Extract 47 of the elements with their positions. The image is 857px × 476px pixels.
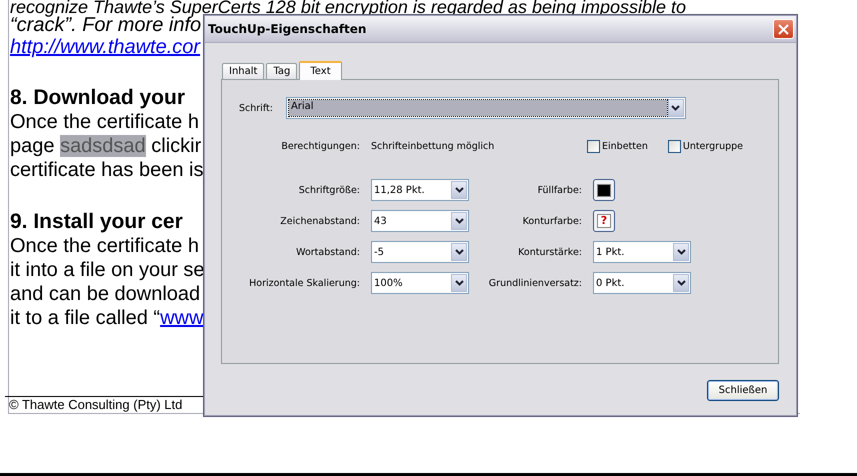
field-label: Konturstärke: xyxy=(517,246,582,258)
window-title: TouchUp-Eigenschaften xyxy=(208,22,366,36)
dropdown[interactable]: -5 xyxy=(371,241,469,263)
dropdown[interactable]: 43 xyxy=(371,210,469,232)
dropdown[interactable]: Arial xyxy=(286,97,686,119)
checkbox[interactable]: Untergruppe xyxy=(668,140,744,153)
field-label: Berechtigungen: xyxy=(280,141,360,152)
color-button[interactable]: ? xyxy=(593,210,615,232)
chevron-down-icon xyxy=(676,249,686,255)
field-label: Schrift: xyxy=(239,102,273,114)
paragraph-line: and can be download xyxy=(10,282,200,306)
chevron-down-icon xyxy=(671,105,680,111)
chevron-down-icon xyxy=(454,187,464,193)
dropdown[interactable]: 100% xyxy=(371,272,469,294)
paragraph-line: Once the certificate h xyxy=(10,234,199,258)
tab[interactable]: Inhalt xyxy=(222,63,264,79)
section-heading: 8. Download your xyxy=(10,86,186,110)
chevron-down-icon xyxy=(454,249,464,255)
close-button[interactable] xyxy=(773,19,794,39)
dropdown[interactable]: 1 Pkt. xyxy=(593,241,691,263)
paragraph-line: Once the certificate h xyxy=(10,110,199,134)
section-heading: 9. Install your cer xyxy=(10,210,183,234)
tab[interactable]: Tag xyxy=(266,63,298,79)
checkbox[interactable]: Einbetten xyxy=(587,140,648,153)
paragraph-line: page sadsdsad clickir xyxy=(10,134,202,158)
link[interactable]: http://www.thawte.cor xyxy=(10,36,200,58)
chevron-down-icon xyxy=(454,218,464,224)
field-label: Konturfarbe: xyxy=(522,216,582,226)
dropdown[interactable]: 11,28 Pkt. xyxy=(371,179,469,201)
chevron-down-icon xyxy=(454,280,464,286)
paragraph-line: it into a file on your se xyxy=(10,258,205,282)
permission-value: Schrifteinbettung möglich xyxy=(371,141,496,152)
paragraph-line: certificate has been is xyxy=(10,158,204,182)
link[interactable]: www xyxy=(160,307,204,329)
field-label: Zeichenabstand: xyxy=(279,216,360,226)
field-label: Füllfarbe: xyxy=(536,184,582,196)
close-icon xyxy=(778,24,789,34)
chevron-down-icon xyxy=(676,280,686,286)
dropdown[interactable]: 0 Pkt. xyxy=(593,272,691,294)
field-label: Grundlinienversatz: xyxy=(488,278,582,288)
field-label: Horizontale Skalierung: xyxy=(248,278,360,288)
field-label: Schriftgröße: xyxy=(298,184,360,196)
tab[interactable]: Text xyxy=(299,61,342,80)
close-button[interactable]: Schließen xyxy=(707,380,779,401)
field-label: Wortabstand: xyxy=(295,246,360,258)
color-button[interactable] xyxy=(593,179,615,201)
paragraph-line: it to a file called “www xyxy=(10,306,204,330)
